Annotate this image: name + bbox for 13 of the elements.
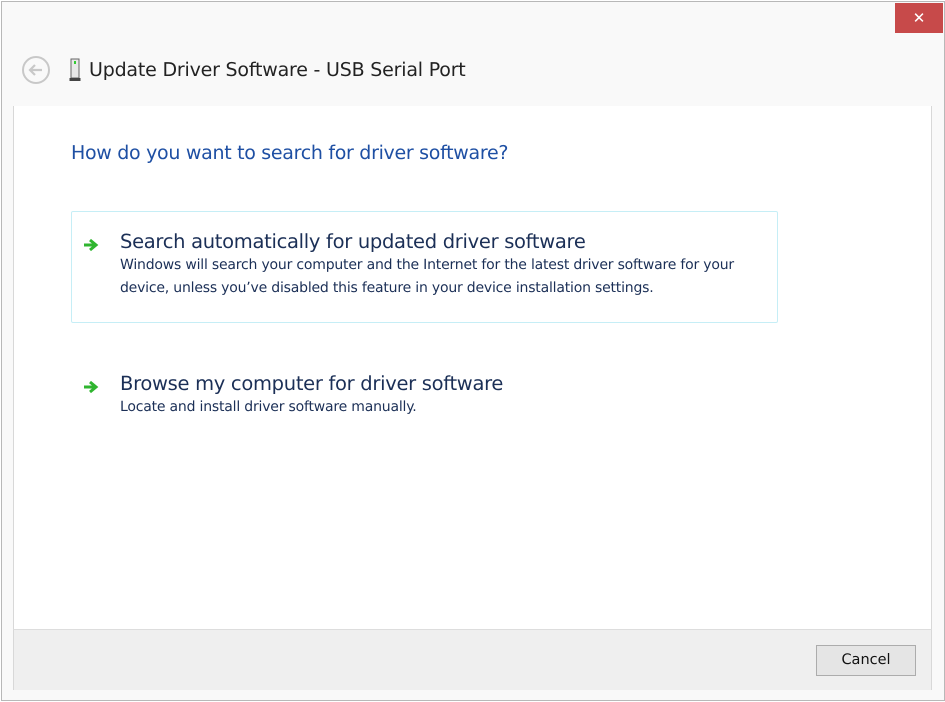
usb-device-icon	[69, 58, 81, 82]
option-title: Search automatically for updated driver software	[120, 230, 587, 253]
option-title: Browse my computer for driver software	[120, 372, 504, 395]
window-title: Update Driver Software - USB Serial Port	[89, 59, 466, 81]
close-button[interactable]: ✕	[895, 3, 943, 33]
option-link[interactable]	[71, 211, 778, 323]
option-link[interactable]: Browse my computer for driver software Locate and install driver software manually.	[71, 353, 778, 442]
right-arrow-icon	[83, 238, 99, 252]
cancel-button[interactable]: Cancel	[816, 644, 916, 676]
option-description: Windows will search your computer and the Internet for the latest driver software for your device, unless you’ve disabled this feature in your device installation settings.	[120, 256, 736, 298]
instruction-heading: How do you want to search for driver software?	[71, 142, 510, 164]
right-arrow-icon	[83, 380, 99, 394]
option-description: Locate and install driver software manually.	[120, 398, 418, 417]
